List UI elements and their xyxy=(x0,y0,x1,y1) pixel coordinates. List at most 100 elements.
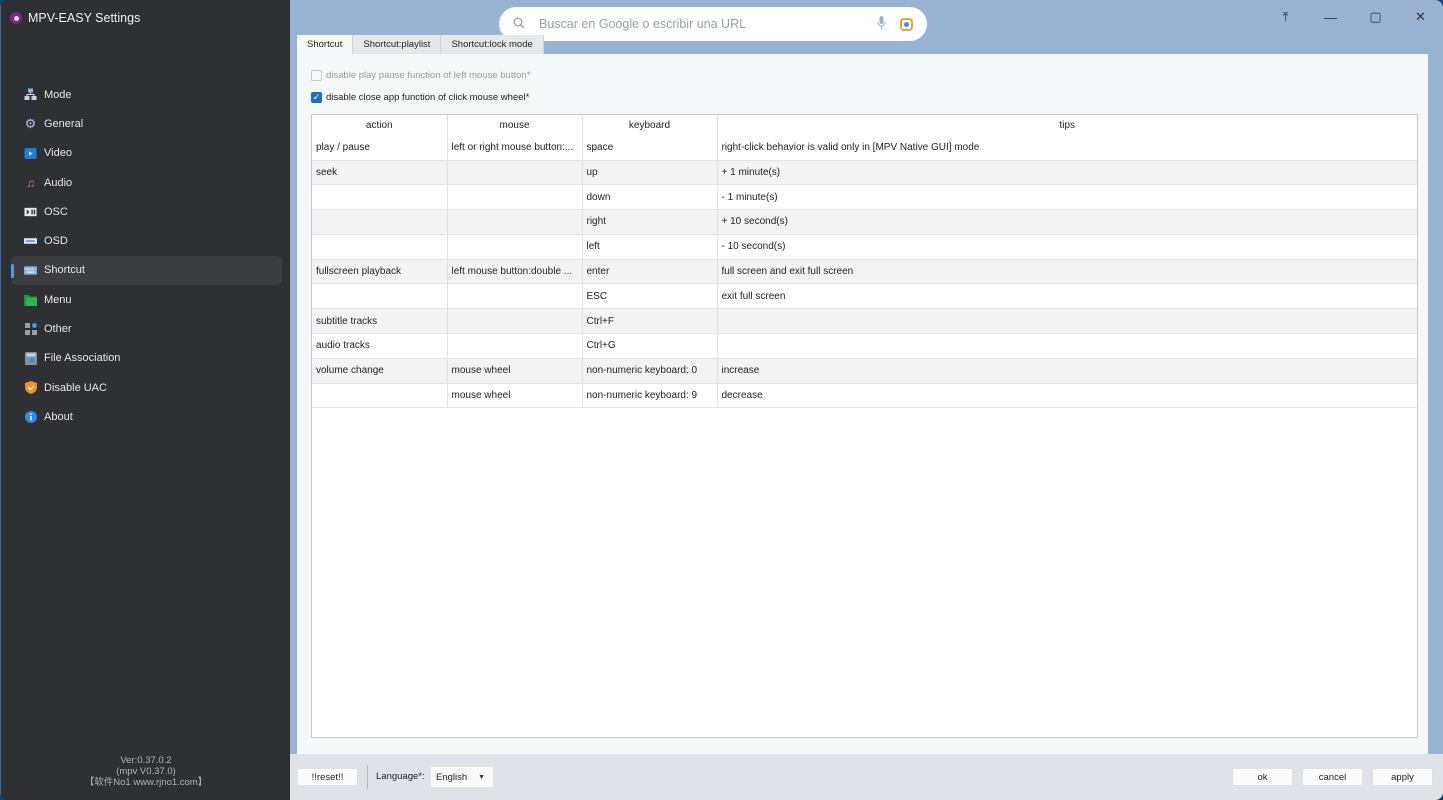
minimize-button[interactable]: — xyxy=(1308,5,1353,29)
close-button[interactable]: ✕ xyxy=(1398,5,1443,29)
maximize-button[interactable]: ▢ xyxy=(1353,5,1398,29)
tab-shortcut[interactable]: Shortcut xyxy=(297,35,354,55)
table-row[interactable]: volume change mouse wheel non-numeric keyb… xyxy=(312,358,1417,384)
keyboard-cell[interactable]: Ctrl+G xyxy=(582,333,718,359)
table-body: play / pause left or right mouse button:.… xyxy=(312,136,1417,409)
tips-cell[interactable]: exit full screen xyxy=(717,283,1417,310)
mouse-cell[interactable] xyxy=(447,234,583,260)
keyboard-cell[interactable]: left xyxy=(582,234,718,260)
sidebar-item-label: Shortcut xyxy=(44,264,85,277)
sidebar-item-osd[interactable]: OSD xyxy=(11,226,282,255)
tab-shortcut-lock-mode[interactable]: Shortcut:lock mode xyxy=(441,35,544,54)
keyboard-cell[interactable]: Ctrl+F xyxy=(582,308,718,335)
action-cell[interactable]: play / pause xyxy=(312,136,448,161)
mouse-cell[interactable]: left mouse button:double ... xyxy=(447,259,583,285)
mouse-cell[interactable] xyxy=(447,209,583,235)
tips-cell[interactable]: increase xyxy=(717,358,1417,384)
tips-cell[interactable]: + 10 second(s) xyxy=(717,209,1417,235)
action-cell[interactable]: fullscreen playback xyxy=(312,259,448,285)
apply-button[interactable]: apply xyxy=(1372,768,1433,786)
sidebar-item-shortcut[interactable]: Shortcut xyxy=(11,255,282,286)
mouse-cell[interactable]: mouse wheel xyxy=(447,358,583,384)
tips-cell[interactable]: full screen and exit full screen xyxy=(717,259,1417,285)
keyboard-icon xyxy=(24,264,37,277)
action-cell[interactable] xyxy=(312,383,448,409)
keyboard-cell[interactable]: down xyxy=(582,184,718,211)
mouse-cell[interactable]: mouse wheel xyxy=(447,383,583,409)
mpv-version: (mpv V0.37.0) xyxy=(116,766,176,777)
table-row[interactable]: down - 1 minute(s) xyxy=(312,184,1417,211)
sidebar-item-other[interactable]: Other xyxy=(11,314,282,343)
sidebar-item-general[interactable]: ⚙ General xyxy=(11,109,282,138)
google-lens-icon[interactable] xyxy=(900,17,913,31)
ok-button[interactable]: ok xyxy=(1232,768,1293,786)
mouse-cell[interactable] xyxy=(447,283,583,310)
app-title: MPV-EASY Settings xyxy=(28,11,141,25)
sidebar-item-mode[interactable]: Mode xyxy=(11,80,282,109)
language-select[interactable]: English ▼ xyxy=(430,766,494,788)
keyboard-cell[interactable]: enter xyxy=(582,259,718,285)
tab-shortcut-playlist[interactable]: Shortcut:playlist xyxy=(353,35,442,54)
action-cell[interactable]: audio tracks xyxy=(312,333,448,359)
mouse-cell[interactable] xyxy=(447,160,583,186)
language-label: Language*: xyxy=(376,771,425,782)
microphone-icon[interactable] xyxy=(877,16,886,32)
mouse-cell[interactable]: left or right mouse button:... xyxy=(447,136,583,161)
column-header-mouse[interactable]: mouse xyxy=(447,115,583,136)
disable-close-wheel-checkbox[interactable]: ✓ xyxy=(311,92,322,103)
sidebar-item-file-association[interactable]: File Association xyxy=(11,344,282,373)
column-header-tips[interactable]: tips xyxy=(717,115,1417,136)
sidebar-item-label: OSD xyxy=(44,235,68,248)
sidebar-item-disable-uac[interactable]: Disable UAC xyxy=(11,373,282,402)
tips-cell[interactable] xyxy=(717,308,1417,335)
sidebar-nav: Mode ⚙ General Video ♫ Audio OSC OSD Sho… xyxy=(11,80,282,432)
action-cell[interactable] xyxy=(312,209,448,235)
mouse-cell[interactable] xyxy=(447,308,583,335)
action-cell[interactable] xyxy=(312,184,448,211)
disable-play-pause-option[interactable]: disable play pause function of left mous… xyxy=(311,70,530,81)
pin-on-top-button[interactable]: ⤒ xyxy=(1263,5,1308,29)
keyboard-cell[interactable]: up xyxy=(582,160,718,186)
tips-cell[interactable]: - 10 second(s) xyxy=(717,234,1417,260)
table-row[interactable]: audio tracks Ctrl+G xyxy=(312,333,1417,359)
sidebar-item-video[interactable]: Video xyxy=(11,139,282,168)
disable-close-wheel-label: disable close app function of click mous… xyxy=(326,92,530,103)
table-row[interactable]: left - 10 second(s) xyxy=(312,234,1417,260)
action-cell[interactable]: seek xyxy=(312,160,448,186)
column-header-action[interactable]: action xyxy=(312,115,448,136)
tips-cell[interactable]: + 1 minute(s) xyxy=(717,160,1417,186)
table-row[interactable]: play / pause left or right mouse button:.… xyxy=(312,136,1417,161)
action-cell[interactable] xyxy=(312,234,448,260)
disable-play-pause-checkbox[interactable] xyxy=(311,70,322,81)
sidebar-item-about[interactable]: About xyxy=(11,402,282,431)
table-row[interactable]: fullscreen playback left mouse button:dou… xyxy=(312,259,1417,285)
action-cell[interactable] xyxy=(312,283,448,310)
sidebar-item-audio[interactable]: ♫ Audio xyxy=(11,168,282,197)
table-row[interactable]: right + 10 second(s) xyxy=(312,209,1417,235)
table-row[interactable]: subtitle tracks Ctrl+F xyxy=(312,308,1417,335)
keyboard-cell[interactable]: space xyxy=(582,136,718,161)
browser-search-bar[interactable]: Buscar en Google o escribir una URL xyxy=(499,7,927,41)
tips-cell[interactable]: decrease xyxy=(717,383,1417,409)
column-header-keyboard[interactable]: keyboard xyxy=(582,115,718,136)
keyboard-cell[interactable]: right xyxy=(582,209,718,235)
tips-cell[interactable] xyxy=(717,333,1417,359)
disable-close-wheel-option[interactable]: ✓ disable close app function of click mo… xyxy=(311,92,529,103)
table-row[interactable]: seek up + 1 minute(s) xyxy=(312,160,1417,186)
action-cell[interactable]: subtitle tracks xyxy=(312,308,448,335)
keyboard-cell[interactable]: non-numeric keyboard: 0 xyxy=(582,358,718,384)
table-row[interactable]: ESC exit full screen xyxy=(312,283,1417,310)
cancel-button[interactable]: cancel xyxy=(1302,768,1363,786)
action-cell[interactable]: volume change xyxy=(312,358,448,384)
sidebar-item-menu[interactable]: Menu xyxy=(11,285,282,314)
website-credit: 【软件No1 www.rjno1.com】 xyxy=(84,777,208,788)
mouse-cell[interactable] xyxy=(447,333,583,359)
tips-cell[interactable]: right-click behavior is valid only in [M… xyxy=(717,136,1417,161)
sidebar-item-osc[interactable]: OSC xyxy=(11,197,282,226)
mouse-cell[interactable] xyxy=(447,184,583,211)
reset-button[interactable]: !!reset!! xyxy=(297,768,358,786)
keyboard-cell[interactable]: non-numeric keyboard: 9 xyxy=(582,383,718,409)
table-row[interactable]: mouse wheel non-numeric keyboard: 9 decrea… xyxy=(312,383,1417,409)
tips-cell[interactable]: - 1 minute(s) xyxy=(717,184,1417,211)
keyboard-cell[interactable]: ESC xyxy=(582,283,718,310)
